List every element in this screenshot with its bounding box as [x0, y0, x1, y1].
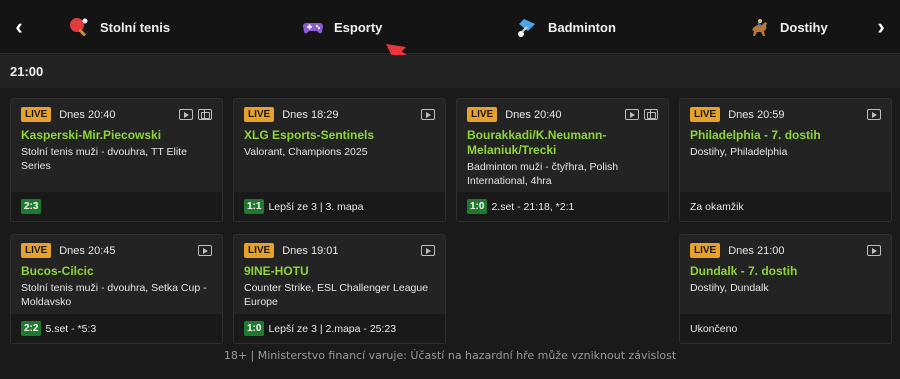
match-status-text: 5.set - *5:3 — [45, 322, 97, 335]
video-stream-icon[interactable] — [198, 245, 212, 256]
tab-label: Esporty — [334, 19, 383, 35]
match-card[interactable]: LIVE Dnes 20:40 Bourakkadi/K.Neumann-Mel… — [456, 98, 669, 222]
score-badge: 1:0 — [244, 321, 265, 336]
match-title: Kasperski-Mir.Piecowski — [21, 128, 162, 142]
match-title: Dundalk - 7. dostih — [690, 264, 798, 278]
match-description: Stolní tenis muži - dvouhra, TT Elite Se… — [21, 146, 187, 172]
match-description: Dostihy, Dundalk — [690, 282, 769, 294]
match-start-time: Dnes 19:01 — [282, 244, 339, 257]
match-title: Bourakkadi/K.Neumann-Melaniuk/Trecki — [467, 128, 607, 157]
video-stream-icon[interactable] — [625, 109, 639, 120]
gamepad-icon — [302, 16, 324, 38]
match-title: 9INE-HOTU — [244, 264, 309, 278]
live-badge: LIVE — [244, 243, 275, 258]
live-badge: LIVE — [690, 243, 721, 258]
match-card[interactable]: LIVE Dnes 18:29 XLG Esports-Sentinels Va… — [233, 98, 446, 222]
table-tennis-icon — [68, 16, 90, 38]
nav-prev-arrow[interactable]: ‹ — [6, 12, 32, 42]
match-card[interactable]: LIVE Dnes 20:40 Kasperski-Mir.Piecowski … — [10, 98, 223, 222]
match-start-time: Dnes 20:45 — [59, 244, 116, 257]
score-badge: 2:2 — [21, 321, 42, 336]
score-badge: 1:1 — [244, 199, 265, 214]
live-badge: LIVE — [690, 107, 721, 122]
match-start-time: Dnes 20:40 — [59, 108, 116, 121]
time-section-header: 21:00 — [0, 55, 900, 88]
match-status-bar: 1:0 2.set - 21:18, *2:1 — [457, 192, 668, 221]
tab-badminton[interactable]: Badminton — [516, 0, 616, 54]
live-badge: LIVE — [21, 107, 52, 122]
video-stream-icon[interactable] — [179, 109, 193, 120]
tab-horse-racing[interactable]: Dostihy — [748, 0, 828, 54]
match-card[interactable]: LIVE Dnes 20:59 Philadelphia - 7. dostih… — [679, 98, 892, 222]
live-field-icon[interactable] — [198, 109, 212, 120]
match-description: Valorant, Champions 2025 — [244, 146, 368, 158]
live-field-icon[interactable] — [644, 109, 658, 120]
match-card[interactable]: LIVE Dnes 19:01 9INE-HOTU Counter Strike… — [233, 234, 446, 344]
match-status-bar: 2:2 5.set - *5:3 — [11, 314, 222, 343]
match-status-text: Ukončeno — [690, 322, 738, 335]
match-status-bar: Ukončeno — [680, 314, 891, 343]
match-start-time: Dnes 20:59 — [728, 108, 785, 121]
match-status-text: Lepší ze 3 | 3. mapa — [268, 200, 364, 213]
match-status-bar: Za okamžik — [680, 192, 891, 221]
live-badge: LIVE — [244, 107, 275, 122]
tab-table-tennis[interactable]: Stolní tenis — [68, 0, 170, 54]
match-description: Counter Strike, ESL Challenger League Eu… — [244, 282, 429, 308]
tab-label: Dostihy — [780, 19, 828, 35]
video-stream-icon[interactable] — [867, 109, 881, 120]
match-description: Stolní tenis muži - dvouhra, Setka Cup -… — [21, 282, 207, 308]
sport-nav-bar: ‹ Stolní tenis Esporty Badminton Dostihy… — [0, 0, 900, 54]
section-time: 21:00 — [10, 64, 44, 79]
score-badge: 2:3 — [21, 199, 42, 214]
match-status-bar: 1:1 Lepší ze 3 | 3. mapa — [234, 192, 445, 221]
match-description: Dostihy, Philadelphia — [690, 146, 788, 158]
match-card[interactable]: LIVE Dnes 20:45 Bucos-Cilcic Stolní teni… — [10, 234, 223, 344]
match-status-text: Lepší ze 3 | 2.mapa - 25:23 — [268, 322, 397, 335]
match-start-time: Dnes 21:00 — [728, 244, 785, 257]
match-card[interactable]: LIVE Dnes 21:00 Dundalk - 7. dostih Dost… — [679, 234, 892, 344]
live-badge: LIVE — [21, 243, 52, 258]
match-title: Philadelphia - 7. dostih — [690, 128, 821, 142]
match-description: Badminton muži - čtyřhra, Polish Interna… — [467, 161, 619, 187]
video-stream-icon[interactable] — [867, 245, 881, 256]
match-status-text: Za okamžik — [690, 200, 744, 213]
match-start-time: Dnes 20:40 — [505, 108, 562, 121]
gambling-disclaimer: 18+ | Ministerstvo financí varuje: Účast… — [223, 349, 677, 362]
horse-racing-icon — [748, 16, 770, 38]
match-status-text: 2.set - 21:18, *2:1 — [491, 200, 575, 213]
shuttlecock-icon — [516, 16, 538, 38]
tab-esports[interactable]: Esporty — [302, 0, 382, 54]
match-title: XLG Esports-Sentinels — [244, 128, 375, 142]
live-badge: LIVE — [467, 107, 498, 122]
match-status-bar: 1:0 Lepší ze 3 | 2.mapa - 25:23 — [234, 314, 445, 343]
video-stream-icon[interactable] — [421, 245, 435, 256]
tab-label: Stolní tenis — [100, 19, 171, 35]
match-start-time: Dnes 18:29 — [282, 108, 339, 121]
nav-next-arrow[interactable]: › — [868, 12, 894, 42]
match-title: Bucos-Cilcic — [21, 264, 94, 278]
video-stream-icon[interactable] — [421, 109, 435, 120]
match-status-bar: 2:3 — [11, 192, 222, 221]
score-badge: 1:0 — [467, 199, 488, 214]
tab-label: Badminton — [548, 19, 616, 35]
